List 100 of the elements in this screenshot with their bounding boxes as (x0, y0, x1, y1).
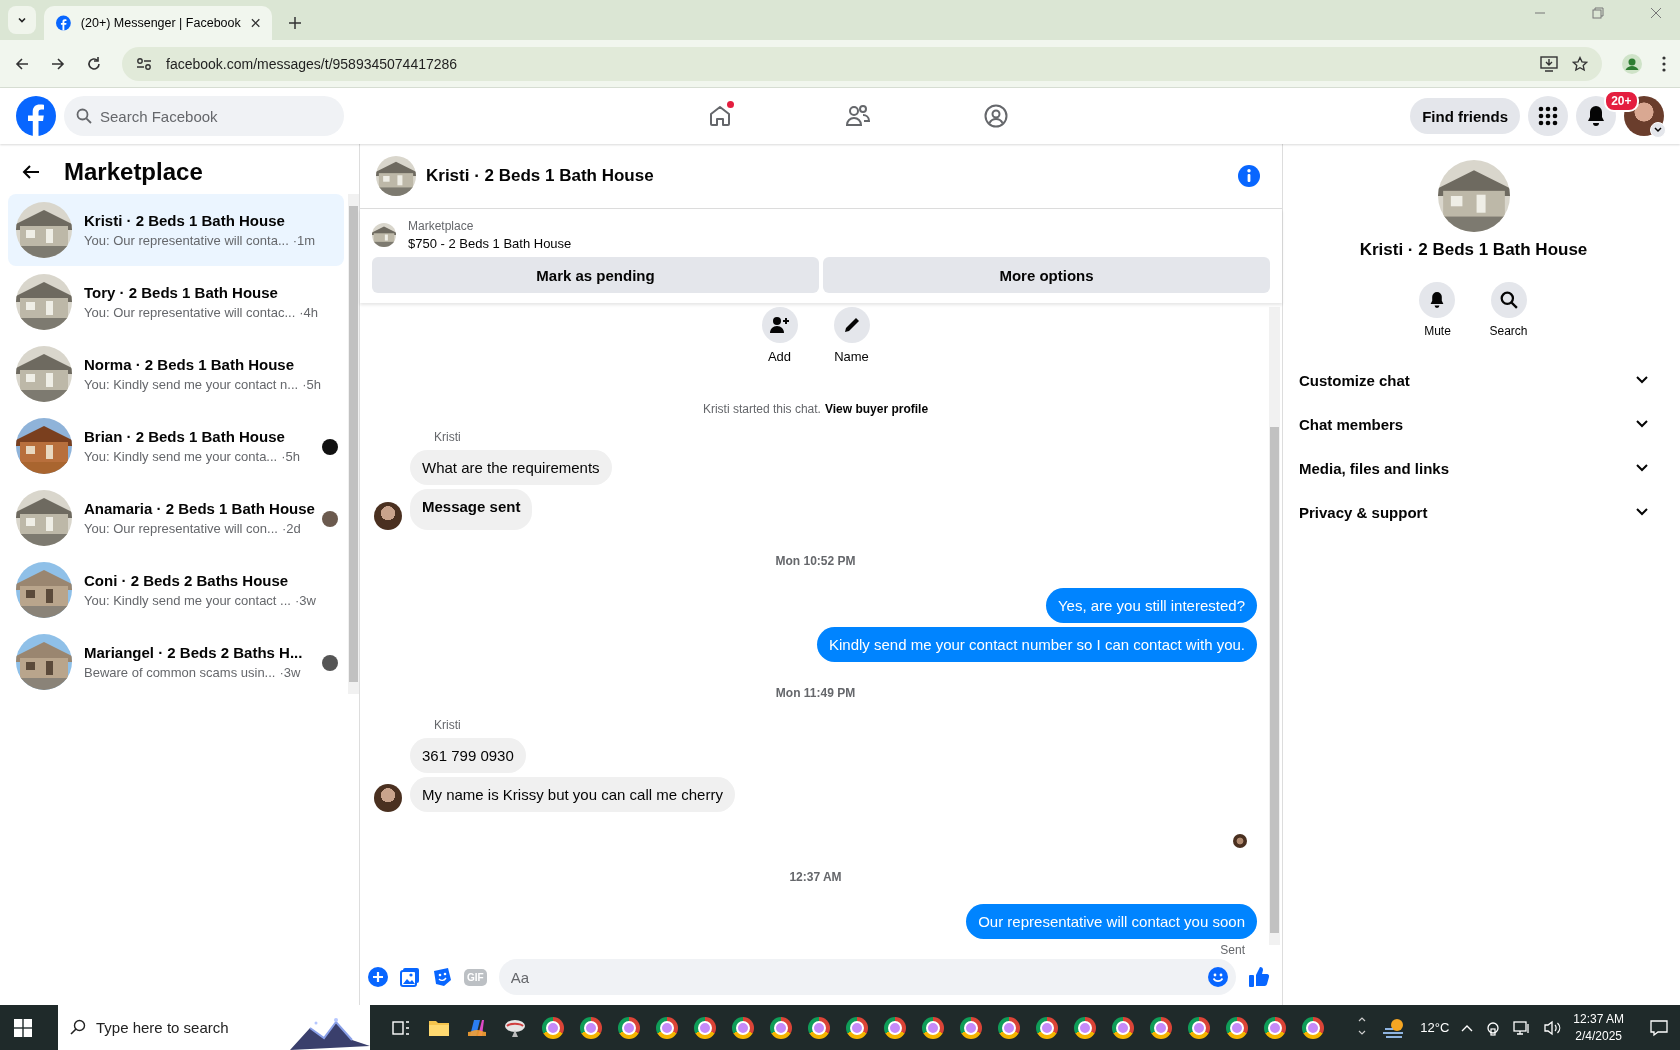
conversation-title: Kristi · 2 Beds 1 Bath House (84, 212, 286, 229)
listing-button[interactable]: More options (823, 257, 1270, 293)
delivery-status: Sent (1220, 943, 1245, 957)
chrome-icon[interactable] (846, 1016, 868, 1039)
notifications-icon[interactable] (1650, 1018, 1668, 1037)
network-icon[interactable] (1513, 1019, 1532, 1036)
conversation-item[interactable]: Brian · 2 Beds 1 Bath House You: Kindly send me your conta... ·5h (8, 410, 344, 482)
plus-icon[interactable] (368, 967, 388, 987)
section-header[interactable]: Chat members (1299, 402, 1648, 446)
section-header[interactable]: Media, files and links (1299, 446, 1648, 490)
section-title: Marketplace (64, 158, 203, 186)
avatar[interactable] (374, 502, 402, 530)
listing-title[interactable]: $750 - 2 Beds 1 Bath House (408, 236, 572, 251)
conversation-title: Mariangel · 2 Beds 2 Baths H... (84, 644, 303, 661)
conversation-item[interactable]: Kristi · 2 Beds 1 Bath House You: Our representative will conta... ·1m (8, 194, 344, 266)
folder-icon[interactable] (428, 1018, 450, 1037)
scrollbar[interactable] (1269, 307, 1280, 945)
find-friends-button[interactable]: Find friends (1410, 98, 1520, 134)
chrome-icon[interactable] (542, 1016, 564, 1039)
chrome-icon[interactable] (1150, 1016, 1172, 1039)
clock[interactable]: 12:37 AM 2/4/2025 (1573, 1010, 1624, 1045)
site-settings-icon[interactable] (136, 56, 152, 71)
emoji-icon[interactable] (1208, 967, 1228, 987)
chrome-icon[interactable] (770, 1016, 792, 1039)
scrollbar[interactable] (348, 194, 359, 694)
chrome-icon[interactable] (1226, 1016, 1248, 1039)
search-button[interactable] (1490, 282, 1527, 318)
message-time: ·3w (294, 593, 316, 608)
new-tab-icon[interactable] (288, 16, 302, 30)
menu-icon[interactable] (1662, 55, 1666, 72)
task-view-icon[interactable] (392, 1018, 410, 1037)
chrome-icon[interactable] (618, 1016, 640, 1039)
star-icon[interactable] (1572, 55, 1588, 72)
chrome-icon[interactable] (1188, 1016, 1210, 1039)
chat-title[interactable]: Kristi · 2 Beds 1 Bath House (426, 166, 654, 186)
sticker-icon[interactable] (432, 967, 452, 987)
contact-name: Kristi · 2 Beds 1 Bath House (1359, 240, 1588, 260)
temperature[interactable]: 12°C (1420, 1020, 1450, 1035)
chrome-icon[interactable] (1074, 1016, 1096, 1039)
chrome-icon[interactable] (884, 1016, 906, 1039)
reload-icon[interactable] (86, 55, 102, 72)
conversation-item[interactable]: Coni · 2 Beds 2 Baths House You: Kindly send me your contact ... ·3w (8, 554, 344, 626)
thumbs-up-icon[interactable] (1248, 966, 1270, 988)
volume-icon[interactable] (1543, 1019, 1562, 1036)
conversation-item[interactable]: Norma · 2 Beds 1 Bath House You: Kindly send me your contact n... ·5h (8, 338, 344, 410)
info-icon[interactable] (1238, 165, 1260, 187)
forward-icon[interactable] (50, 55, 66, 72)
windows-icon[interactable] (14, 1018, 32, 1037)
chrome-icon[interactable] (732, 1016, 754, 1039)
add-button[interactable] (761, 307, 798, 343)
action-label: Mute (1424, 324, 1451, 338)
image-icon[interactable] (400, 967, 420, 987)
chrome-icon[interactable] (580, 1016, 602, 1039)
message-time: ·2d (281, 521, 301, 536)
facebook-logo[interactable] (16, 96, 56, 136)
action-label: Name (834, 349, 869, 364)
caret-icon[interactable] (1650, 122, 1666, 138)
chrome-icon[interactable] (922, 1016, 944, 1039)
conversation-title: Norma · 2 Beds 1 Bath House (84, 356, 296, 373)
conversation-item[interactable]: Anamaria · 2 Beds 1 Bath House You: Our representative will con... ·2d (8, 482, 344, 554)
conversation-item[interactable]: Tory · 2 Beds 1 Bath House You: Our representative will contac... ·4h (8, 266, 344, 338)
section-header[interactable]: Customize chat (1299, 358, 1648, 402)
back-icon[interactable] (22, 164, 40, 180)
chrome-icon[interactable] (1302, 1016, 1324, 1039)
mute-button[interactable] (1419, 282, 1456, 318)
close-icon[interactable] (250, 18, 260, 28)
profile-icon[interactable] (1622, 53, 1642, 74)
chat-start-notice: Kristi started this chat. (702, 402, 821, 416)
grid-icon (1538, 106, 1558, 126)
conversation-title: Anamaria · 2 Beds 1 Bath House (84, 500, 315, 517)
chrome-icon[interactable] (960, 1016, 982, 1039)
section-header[interactable]: Privacy & support (1299, 490, 1648, 534)
action-label: Search (1489, 324, 1528, 338)
install-icon[interactable] (1540, 55, 1558, 72)
chrome-icon[interactable] (1112, 1016, 1134, 1039)
back-icon[interactable] (14, 55, 30, 72)
message-bubble: Our representative will contact you soon (966, 904, 1257, 939)
home-icon (708, 104, 733, 128)
message-field[interactable]: Aa (498, 959, 1236, 995)
browser-tab[interactable]: (20+) Messenger | Facebook (44, 6, 272, 40)
chrome-icon[interactable] (656, 1016, 678, 1039)
profile-circle-icon (984, 104, 1009, 128)
address-bar[interactable]: facebook.com/messages/t/9589345074417286 (122, 46, 1602, 81)
message-bubble: 361 799 0930 (410, 738, 526, 773)
chrome-icon[interactable] (808, 1016, 830, 1039)
chrome-icon[interactable] (694, 1016, 716, 1039)
view-profile-link[interactable]: View buyer profile (824, 402, 929, 416)
avatar[interactable] (374, 784, 402, 812)
taskbar-search-field[interactable]: Type here to search (58, 1005, 290, 1050)
chrome-icon[interactable] (1036, 1016, 1058, 1039)
satellite-icon[interactable] (504, 1017, 526, 1038)
menu-button[interactable] (1528, 96, 1568, 136)
listing-label: Marketplace (408, 219, 475, 233)
conversation-item[interactable]: Mariangel · 2 Beds 2 Baths H... Beware of common scams usin... ·3w (8, 626, 344, 698)
search-field[interactable]: Search Facebook (64, 96, 344, 136)
name-button[interactable] (833, 307, 870, 343)
chrome-icon[interactable] (1264, 1016, 1286, 1039)
listing-button[interactable]: Mark as pending (372, 257, 819, 293)
chrome-icon[interactable] (998, 1016, 1020, 1039)
chevron-up-icon[interactable] (1461, 1023, 1474, 1032)
